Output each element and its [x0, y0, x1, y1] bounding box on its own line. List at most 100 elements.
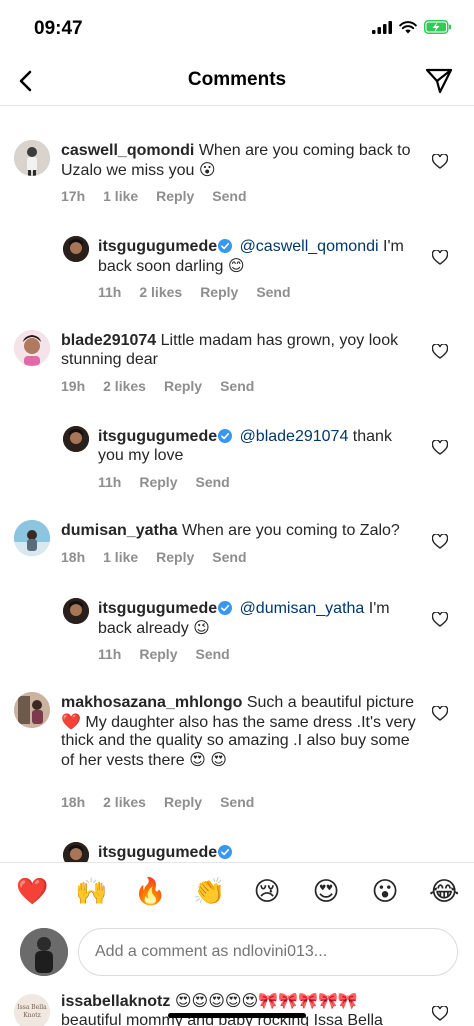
battery-charging-icon: [424, 20, 451, 34]
comment-meta: 19h 2 likes Reply Send: [61, 378, 272, 394]
comments-header: Comments: [0, 56, 474, 106]
comment-text: itsgugugumede @dumisan_yatha I'm back al…: [98, 600, 390, 637]
emoji: 😮: [198, 159, 216, 179]
emoji: 😍: [189, 749, 206, 769]
heart-icon[interactable]: [432, 612, 448, 627]
comment-username[interactable]: itsgugugumede: [98, 428, 217, 445]
reply-button[interactable]: Reply: [139, 474, 177, 490]
likes-count[interactable]: 1 like: [103, 188, 138, 204]
send-button[interactable]: Send: [195, 474, 229, 490]
reaction-crying[interactable]: 😢: [252, 877, 282, 907]
heart-icon[interactable]: [432, 1006, 448, 1021]
comment-username[interactable]: makhosazana_mhlongo: [61, 694, 242, 711]
heart-icon[interactable]: [432, 250, 448, 265]
comment-text: itsgugugumede @caswell_qomondi I'm back …: [98, 238, 404, 275]
comment-username[interactable]: dumisan_yatha: [61, 522, 177, 539]
direct-send-icon[interactable]: [424, 67, 454, 95]
avatar[interactable]: [14, 520, 50, 556]
reaction-fire[interactable]: 🔥: [134, 877, 166, 907]
reply-button[interactable]: Reply: [139, 646, 177, 662]
verified-badge-icon: [218, 845, 233, 859]
status-time: 09:47: [34, 18, 83, 39]
avatar-logo-text: Issa Bella Knotz: [17, 1004, 47, 1019]
home-indicator: [168, 1013, 306, 1018]
mention-link[interactable]: @dumisan_yatha: [240, 600, 365, 617]
comment-time: 19h: [61, 378, 86, 394]
likes-count[interactable]: 2 likes: [103, 378, 146, 394]
heart-icon[interactable]: [432, 706, 448, 721]
avatar[interactable]: [14, 330, 50, 366]
comment-composer: [0, 922, 474, 986]
status-bar: 09:47: [0, 0, 474, 56]
reply-button[interactable]: Reply: [156, 549, 194, 565]
reaction-surprised[interactable]: 😮: [370, 877, 400, 907]
comment-username[interactable]: blade291074: [61, 332, 156, 349]
comment-meta: 11h 2 likes Reply Send: [98, 284, 309, 300]
comment-meta: 18h 1 like Reply Send: [61, 549, 265, 565]
send-button[interactable]: Send: [212, 188, 246, 204]
comment-text: blade291074 Little madam has grown, yoy …: [61, 332, 399, 368]
send-button[interactable]: Send: [220, 794, 254, 810]
reaction-heart[interactable]: ❤️: [16, 877, 48, 907]
reply-button[interactable]: Reply: [164, 794, 202, 810]
comment-username[interactable]: itsgugugumede: [98, 600, 217, 617]
likes-count[interactable]: 2 likes: [103, 794, 146, 810]
reaction-raised-hands[interactable]: 🙌: [75, 877, 107, 907]
page-title: Comments: [187, 69, 287, 90]
avatar[interactable]: [63, 236, 89, 262]
comment-username[interactable]: issabellaknotz: [61, 993, 170, 1010]
avatar[interactable]: [63, 598, 89, 624]
reaction-clap[interactable]: 👏: [193, 877, 225, 907]
comment-text: caswell_qomondi When are you coming back…: [61, 142, 411, 179]
verified-badge-icon: [218, 429, 233, 443]
signal-icon: [372, 20, 392, 34]
heart-icon[interactable]: [432, 440, 448, 455]
comment-text: dumisan_yatha When are you coming to Zal…: [61, 522, 400, 539]
comment-username[interactable]: itsgugugumede: [98, 238, 217, 255]
heart-icon[interactable]: [432, 344, 448, 359]
comments-list: caswell_qomondi When are you coming back…: [0, 106, 474, 862]
avatar[interactable]: [14, 692, 50, 728]
comment-time: 11h: [98, 646, 122, 662]
heart-icon[interactable]: [432, 154, 448, 169]
comment-time: 18h: [61, 549, 86, 565]
comment-text: makhosazana_mhlongo Such a beautiful pic…: [61, 694, 416, 769]
comment-text: itsgugugumede @blade291074 thank you my …: [98, 428, 392, 464]
emoji: 😊: [227, 255, 245, 275]
avatar[interactable]: [63, 426, 89, 452]
verified-badge-icon: [218, 601, 233, 615]
mention-link[interactable]: @caswell_qomondi: [240, 238, 379, 255]
send-button[interactable]: Send: [220, 378, 254, 394]
emoji: 😉: [193, 617, 210, 637]
status-icons: [372, 20, 452, 34]
avatar[interactable]: [14, 140, 50, 176]
reply-button[interactable]: Reply: [156, 188, 194, 204]
send-button[interactable]: Send: [195, 646, 229, 662]
reaction-laughing[interactable]: 😂: [429, 877, 459, 907]
send-button[interactable]: Send: [256, 284, 290, 300]
reply-button[interactable]: Reply: [200, 284, 238, 300]
comment-input[interactable]: [78, 928, 458, 976]
comment-time: 17h: [61, 188, 86, 204]
reaction-heart-eyes[interactable]: 😍: [311, 877, 341, 907]
comment-meta: 11h Reply Send: [98, 474, 248, 490]
avatar[interactable]: Issa Bella Knotz: [14, 994, 50, 1026]
comment-meta: 17h 1 like Reply Send: [61, 188, 265, 204]
comment-username[interactable]: itsgugugumede: [98, 844, 217, 861]
send-button[interactable]: Send: [212, 549, 246, 565]
likes-count[interactable]: 2 likes: [139, 284, 182, 300]
mention-link[interactable]: @blade291074: [240, 428, 349, 445]
heart-icon[interactable]: [432, 534, 448, 549]
emoji: 😍: [210, 749, 227, 769]
comment-username[interactable]: caswell_qomondi: [61, 142, 194, 159]
comment-meta: 18h 2 likes Reply Send: [61, 794, 272, 810]
emoji: 😍😍😍😍😍🎀🎀🎀🎀🎀: [174, 991, 358, 1010]
comment-text: itsgugugumede: [98, 844, 418, 862]
likes-count[interactable]: 1 like: [103, 549, 138, 565]
comment-meta: 11h Reply Send: [98, 646, 248, 662]
reply-button[interactable]: Reply: [164, 378, 202, 394]
avatar[interactable]: [63, 842, 89, 862]
current-user-avatar: [20, 928, 68, 976]
comment-text: issabellaknotz 😍😍😍😍😍🎀🎀🎀🎀🎀 beautiful momm…: [61, 991, 383, 1026]
comment-time: 18h: [61, 794, 86, 810]
